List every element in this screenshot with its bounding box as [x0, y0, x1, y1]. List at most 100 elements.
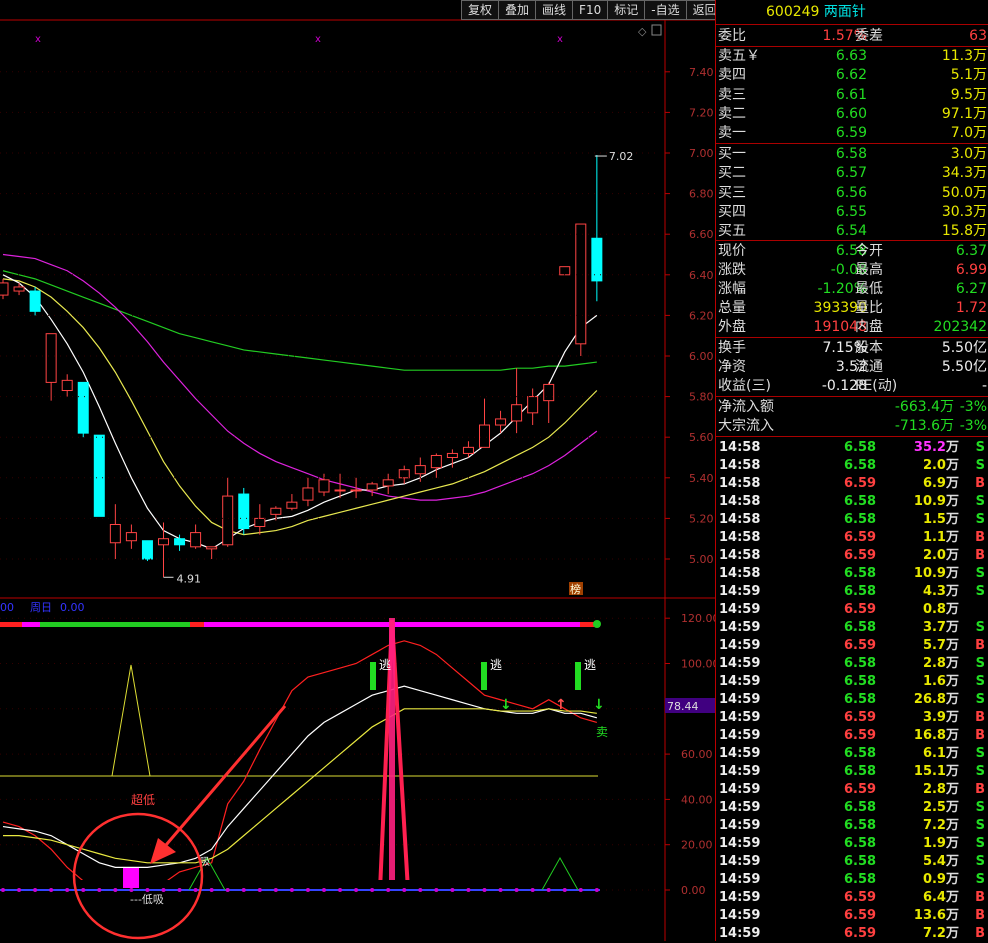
- tick-time: 14:59: [719, 674, 761, 689]
- tick-volume-unit: 万: [945, 584, 959, 599]
- tick-volume-num: 7.2: [922, 926, 946, 941]
- tick-time: 14:59: [719, 584, 761, 599]
- tick-row: 14:59 6.58 3.7万 S: [716, 619, 988, 637]
- tick-volume: 0.9万: [923, 871, 959, 889]
- toolbar-button-3[interactable]: F10: [572, 0, 609, 20]
- tick-price: 6.59: [844, 926, 877, 941]
- tick-price: 6.59: [844, 710, 877, 725]
- baseline-dot: [354, 888, 359, 892]
- candle-body: [511, 404, 523, 422]
- stat-value: 6.27: [955, 281, 987, 297]
- baseline-dot: [177, 888, 182, 892]
- tick-volume-num: 0.9: [922, 872, 946, 887]
- baseline-dot: [482, 888, 487, 892]
- ask-row: 卖五￥ 6.63 11.3万: [716, 47, 988, 66]
- sub-tick-label: 0.00: [681, 884, 706, 897]
- baseline-dot: [97, 888, 102, 892]
- tick-time: 14:59: [719, 602, 761, 617]
- tick-row: 14:58 6.58 35.2万 S: [716, 439, 988, 457]
- ma10-line: [2, 278, 598, 536]
- current-value-label: 78.44: [667, 700, 699, 713]
- candle-body: [527, 396, 539, 414]
- price-axis: 7.40 7.20 7.00 6.80 6.60 6.40 6.20 6.00 5.80 5.60…: [0, 24, 714, 566]
- bid-volume: 50.0万: [941, 184, 987, 201]
- tick-price: 6.58: [844, 836, 877, 851]
- toolbar-button-0[interactable]: 复权: [461, 0, 500, 20]
- tick-volume-unit: 万: [945, 656, 959, 671]
- tick-side: B: [975, 476, 985, 491]
- stat-label: 最高: [855, 262, 883, 278]
- candle-body: [222, 495, 234, 546]
- tick-volume: 6.9万: [923, 475, 959, 493]
- stat-row: 总量 393390 量比 1.72: [716, 299, 988, 318]
- toolbar-button-5[interactable]: -自选: [644, 0, 687, 20]
- tick-price: 6.58: [844, 620, 877, 635]
- tick-price: 6.58: [844, 440, 877, 455]
- tick-time: 14:58: [719, 530, 761, 545]
- price-tick-label: 5.60: [689, 431, 714, 444]
- toolbar-button-4[interactable]: 标记: [607, 0, 646, 20]
- highlight-arrow-head: [150, 838, 176, 864]
- toolbar-button-1[interactable]: 叠加: [498, 0, 537, 20]
- price-tick-label: 6.40: [689, 269, 714, 282]
- tick-row: 14:59 6.59 7.2万 B: [716, 925, 988, 943]
- candle-body: [158, 538, 169, 546]
- price-tick-label: 5.40: [689, 472, 714, 485]
- toolbar-button-2[interactable]: 画线: [535, 0, 574, 20]
- tick-volume: 2.5万: [923, 799, 959, 817]
- baseline-dot: [81, 888, 86, 892]
- tick-side: S: [975, 800, 985, 815]
- tick-time: 14:59: [719, 728, 761, 743]
- tick-volume: 5.7万: [923, 637, 959, 655]
- sub-label-period: 周日: [30, 601, 52, 614]
- tick-volume-unit: 万: [945, 530, 959, 545]
- candle-body: [174, 538, 186, 546]
- candle-body: [366, 483, 378, 491]
- tick-side: S: [975, 458, 985, 473]
- tick-side: B: [975, 710, 985, 725]
- tick-row: 14:58 6.59 2.0万 B: [716, 547, 988, 565]
- tick-row: 14:59 6.59 13.6万 B: [716, 907, 988, 925]
- fund-row: 收益(三) -0.128 PE(动) -: [716, 377, 988, 396]
- tick-time: 14:59: [719, 620, 761, 635]
- tick-volume: 5.4万: [923, 853, 959, 871]
- baseline-dot: [466, 888, 471, 892]
- tick-volume-num: 2.5: [922, 800, 946, 815]
- tick-row: 14:59 6.59 6.4万 B: [716, 889, 988, 907]
- tick-time: 14:59: [719, 872, 761, 887]
- candle-body: [0, 282, 9, 296]
- kline-chart-area[interactable]: 7.40 7.20 7.00 6.80 6.60 6.40 6.20 6.00 5.80 5.60…: [0, 0, 715, 941]
- tick-time: 14:58: [719, 494, 761, 509]
- tick-volume-num: 13.6: [913, 908, 946, 923]
- flow-label: 净流入额: [718, 399, 774, 415]
- bid-row: 买四 6.55 30.3万: [716, 203, 988, 222]
- bid-price: 6.54: [835, 223, 867, 240]
- tick-volume-unit: 万: [945, 440, 959, 455]
- tick-volume-unit: 万: [945, 638, 959, 653]
- tick-volume: 10.9万: [914, 565, 959, 583]
- tick-volume-unit: 万: [945, 746, 959, 761]
- tick-time: 14:59: [719, 908, 761, 923]
- main-annotations: 7.02 4.91 榜: [163, 150, 633, 596]
- candle-body: [382, 479, 394, 487]
- tick-time: 14:59: [719, 800, 761, 815]
- baseline-dot: [161, 888, 166, 892]
- tick-volume-num: 7.2: [922, 818, 946, 833]
- fund-row: 净资 3.52 流通 5.50亿: [716, 358, 988, 377]
- bid-row: 买三 6.56 50.0万: [716, 184, 988, 203]
- ask-volume: 97.1万: [941, 105, 987, 122]
- tick-volume-unit: 万: [945, 836, 959, 851]
- tick-time: 14:59: [719, 710, 761, 725]
- ask-label: 卖二: [718, 105, 746, 122]
- tick-side: S: [975, 746, 985, 761]
- ask-price: 6.63: [835, 48, 867, 64]
- candle-body: [446, 452, 458, 459]
- bid-label: 买四: [718, 203, 746, 220]
- ma5-line: [2, 274, 598, 550]
- price-tick-label: 5.80: [689, 391, 714, 404]
- ask-label: 卖四: [718, 67, 746, 84]
- tick-row: 14:59 6.58 6.1万 S: [716, 745, 988, 763]
- signal-arrow: ↓: [500, 697, 512, 713]
- tick-row: 14:59 6.59 3.9万 B: [716, 709, 988, 727]
- candle-body: [543, 383, 555, 402]
